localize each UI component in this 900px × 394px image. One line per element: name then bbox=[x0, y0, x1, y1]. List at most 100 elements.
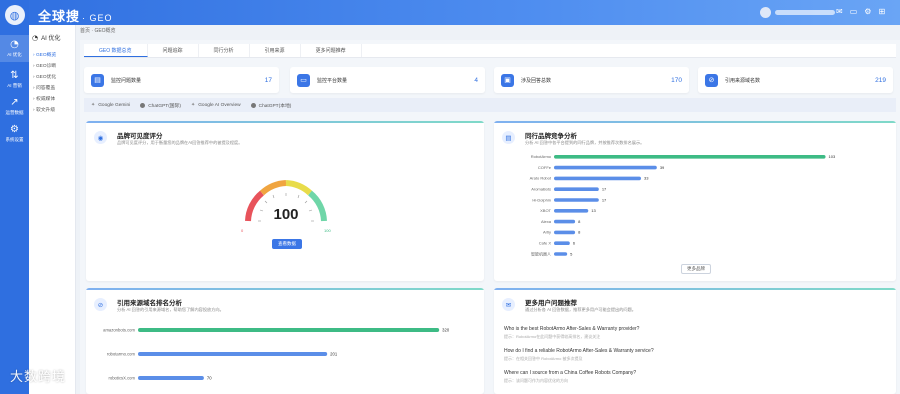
card-accent bbox=[86, 121, 484, 123]
question-item[interactable]: Where can I source from a China Coffee R… bbox=[504, 370, 636, 384]
bar bbox=[138, 352, 328, 356]
chart-pie-icon: ◔ bbox=[10, 39, 19, 50]
stat-label: 监控问题数量 bbox=[111, 77, 142, 84]
rail-item-ai-marketing[interactable]: ⇅ AI 营销 bbox=[0, 70, 29, 89]
stat-card-questions[interactable]: ▤ 监控问题数量 17 bbox=[84, 67, 279, 93]
tab-question-tracking[interactable]: 问题追踪 bbox=[148, 44, 199, 57]
category-label: amazonbots.com bbox=[103, 328, 135, 333]
settings-icon[interactable]: ⚙ bbox=[864, 7, 871, 16]
card-subtitle: 品牌可见度评分，用于衡量您的品牌在AI回答推荐中的被提及程度。 bbox=[117, 140, 243, 145]
submenu-item[interactable]: › GEO诊断 bbox=[29, 60, 75, 71]
submenu-header: ◔ AI 优化 bbox=[29, 25, 75, 43]
value-label: 33 bbox=[644, 176, 649, 181]
card-accent bbox=[494, 288, 896, 290]
expand-icon[interactable]: ⊞ bbox=[878, 7, 885, 16]
bar bbox=[554, 230, 576, 235]
submenu: ◔ AI 优化 › GEO概览 › GEO诊断 › GEO优化 › 问答覆盖 › … bbox=[29, 25, 76, 394]
category-label: XBOT bbox=[540, 208, 551, 213]
value-label: 5 bbox=[570, 251, 573, 256]
globe-icon[interactable]: ◍ bbox=[4, 5, 25, 25]
submenu-item[interactable]: › GEO概览 bbox=[29, 49, 75, 60]
brand-logo[interactable]: 全球搜 · GEO bbox=[38, 6, 113, 25]
card-title: 引用来源域名排名分析 bbox=[117, 300, 182, 307]
tab-bar: GEO 数据总览 问题追踪 同行分析 引用来源 更多问题推荐 bbox=[84, 44, 896, 58]
gear-icon: ⚙ bbox=[10, 124, 19, 135]
bar bbox=[554, 155, 826, 159]
value-label: 6 bbox=[573, 241, 576, 246]
competitor-card: ▤ 同行品牌竞争分析 分析 AI 回答中各平台提到的同行品牌，并按推荐次数排名展… bbox=[494, 121, 896, 281]
tab-citation-sources[interactable]: 引用来源 bbox=[250, 44, 301, 57]
category-label: RobotArmo bbox=[531, 154, 552, 159]
question-item[interactable]: Who is the best RobotArmo After-Sales & … bbox=[504, 326, 639, 340]
bar bbox=[138, 376, 204, 380]
category-label: AromaBots bbox=[531, 187, 551, 192]
submenu-title: AI 优化 bbox=[41, 36, 61, 42]
value-label: 13 bbox=[591, 208, 596, 213]
stat-card-domains[interactable]: ⊘ 引用来源域名数 219 bbox=[698, 67, 893, 93]
card-title: 品牌可见度评分 bbox=[117, 133, 163, 140]
engine-list: ✦ Google Gemini ChatGPT(国际) ✦ Google AI Ov… bbox=[84, 98, 896, 112]
engine-item[interactable]: ✦ Google AI Overview bbox=[191, 102, 241, 108]
rail-item-operations[interactable]: ↗ 运营数据 bbox=[0, 97, 29, 116]
value-label: 17 bbox=[602, 197, 607, 202]
category-label: 智能机器人 bbox=[531, 250, 551, 256]
sparkle-icon: ✦ bbox=[91, 102, 96, 108]
more-brands-button[interactable]: 更多品牌 bbox=[681, 264, 711, 274]
gauge-max: 100 bbox=[324, 228, 331, 233]
category-label: Cafe X bbox=[539, 241, 552, 246]
question-text: How do I find a reliable RobotArmo After… bbox=[504, 348, 654, 354]
card-accent bbox=[494, 121, 896, 123]
link-icon: ⊘ bbox=[94, 298, 107, 311]
chat-icon: ✉ bbox=[502, 298, 515, 311]
value-label: 8 bbox=[578, 230, 581, 235]
bar bbox=[554, 241, 570, 245]
engine-item[interactable]: ✦ Google Gemini bbox=[91, 102, 130, 108]
question-hint: 提示：在相关回答中 RobotArmo 被多次提及 bbox=[504, 356, 583, 361]
bar bbox=[554, 176, 641, 181]
mail-icon[interactable]: ✉ bbox=[836, 7, 843, 16]
stat-card-platforms[interactable]: ▭ 监控平台数量 4 bbox=[290, 67, 485, 93]
sources-card: ⊘ 引用来源域名排名分析 分析 AI 回答的引用来源域名，帮助您了解内容投放方向… bbox=[86, 288, 484, 394]
card-subtitle: 分析 AI 回答的引用来源域名，帮助您了解内容投放方向。 bbox=[117, 307, 224, 312]
value-label: 39 bbox=[660, 165, 665, 170]
submenu-item[interactable]: › 软文升级 bbox=[29, 104, 75, 115]
submenu-item[interactable]: › 问答覆盖 bbox=[29, 82, 75, 93]
main-content: GEO 数据总览 问题追踪 同行分析 引用来源 更多问题推荐 ▤ 监控问题数量 … bbox=[80, 40, 900, 394]
tab-more-questions[interactable]: 更多问题推荐 bbox=[301, 44, 362, 57]
rail-item-settings[interactable]: ⚙ 系统设置 bbox=[0, 124, 29, 143]
stat-label: 引用来源域名数 bbox=[725, 77, 761, 84]
brand-product: · GEO bbox=[82, 13, 113, 23]
stat-card-answers[interactable]: ▣ 涉及回答总数 170 bbox=[494, 67, 689, 93]
category-label: Artly bbox=[543, 230, 551, 235]
submenu-item[interactable]: › GEO优化 bbox=[29, 71, 75, 82]
rail-item-ai-optimize[interactable]: ◔ AI 优化 bbox=[0, 35, 29, 62]
engine-item[interactable]: ChatGPT(本地) bbox=[250, 102, 291, 109]
bar bbox=[554, 219, 576, 224]
openai-icon bbox=[250, 102, 256, 108]
bar bbox=[554, 165, 657, 170]
link-icon: ⊘ bbox=[705, 73, 718, 87]
category-label: roboticsX.com bbox=[108, 376, 135, 381]
rail-item-label: AI 营销 bbox=[7, 83, 22, 88]
engine-item[interactable]: ChatGPT(国际) bbox=[140, 102, 181, 109]
value-label: 201 bbox=[330, 352, 338, 357]
tab-peer-analysis[interactable]: 同行分析 bbox=[199, 44, 250, 57]
left-rail: ◍ ◔ AI 优化 ⇅ AI 营销 ↗ 运营数据 ⚙ 系统设置 bbox=[0, 0, 29, 394]
monitor-icon[interactable]: ▭ bbox=[850, 7, 858, 16]
question-item[interactable]: How do I find a reliable RobotArmo After… bbox=[504, 348, 654, 362]
submenu-item[interactable]: › 权威媒体 bbox=[29, 93, 75, 104]
card-accent bbox=[86, 288, 484, 290]
chart-icon: ▤ bbox=[502, 131, 515, 144]
monitor-icon: ▭ bbox=[297, 73, 310, 87]
user-profile[interactable] bbox=[760, 7, 835, 18]
gauge-min: 0 bbox=[241, 228, 244, 233]
sources-bar-chart: amazonbots.com 320 robotarmo.com 201 robotic… bbox=[103, 328, 450, 381]
value-label: 103 bbox=[829, 154, 836, 159]
sparkle-icon: ✦ bbox=[191, 102, 196, 108]
tab-overview[interactable]: GEO 数据总览 bbox=[84, 44, 148, 57]
sort-icon: ⇅ bbox=[10, 70, 19, 81]
view-data-button[interactable]: 查看数据 bbox=[272, 239, 302, 249]
question-text: Who is the best RobotArmo After-Sales & … bbox=[504, 326, 640, 332]
rail-item-label: AI 优化 bbox=[7, 52, 22, 57]
visibility-gauge: 100 0 100 bbox=[241, 180, 331, 233]
